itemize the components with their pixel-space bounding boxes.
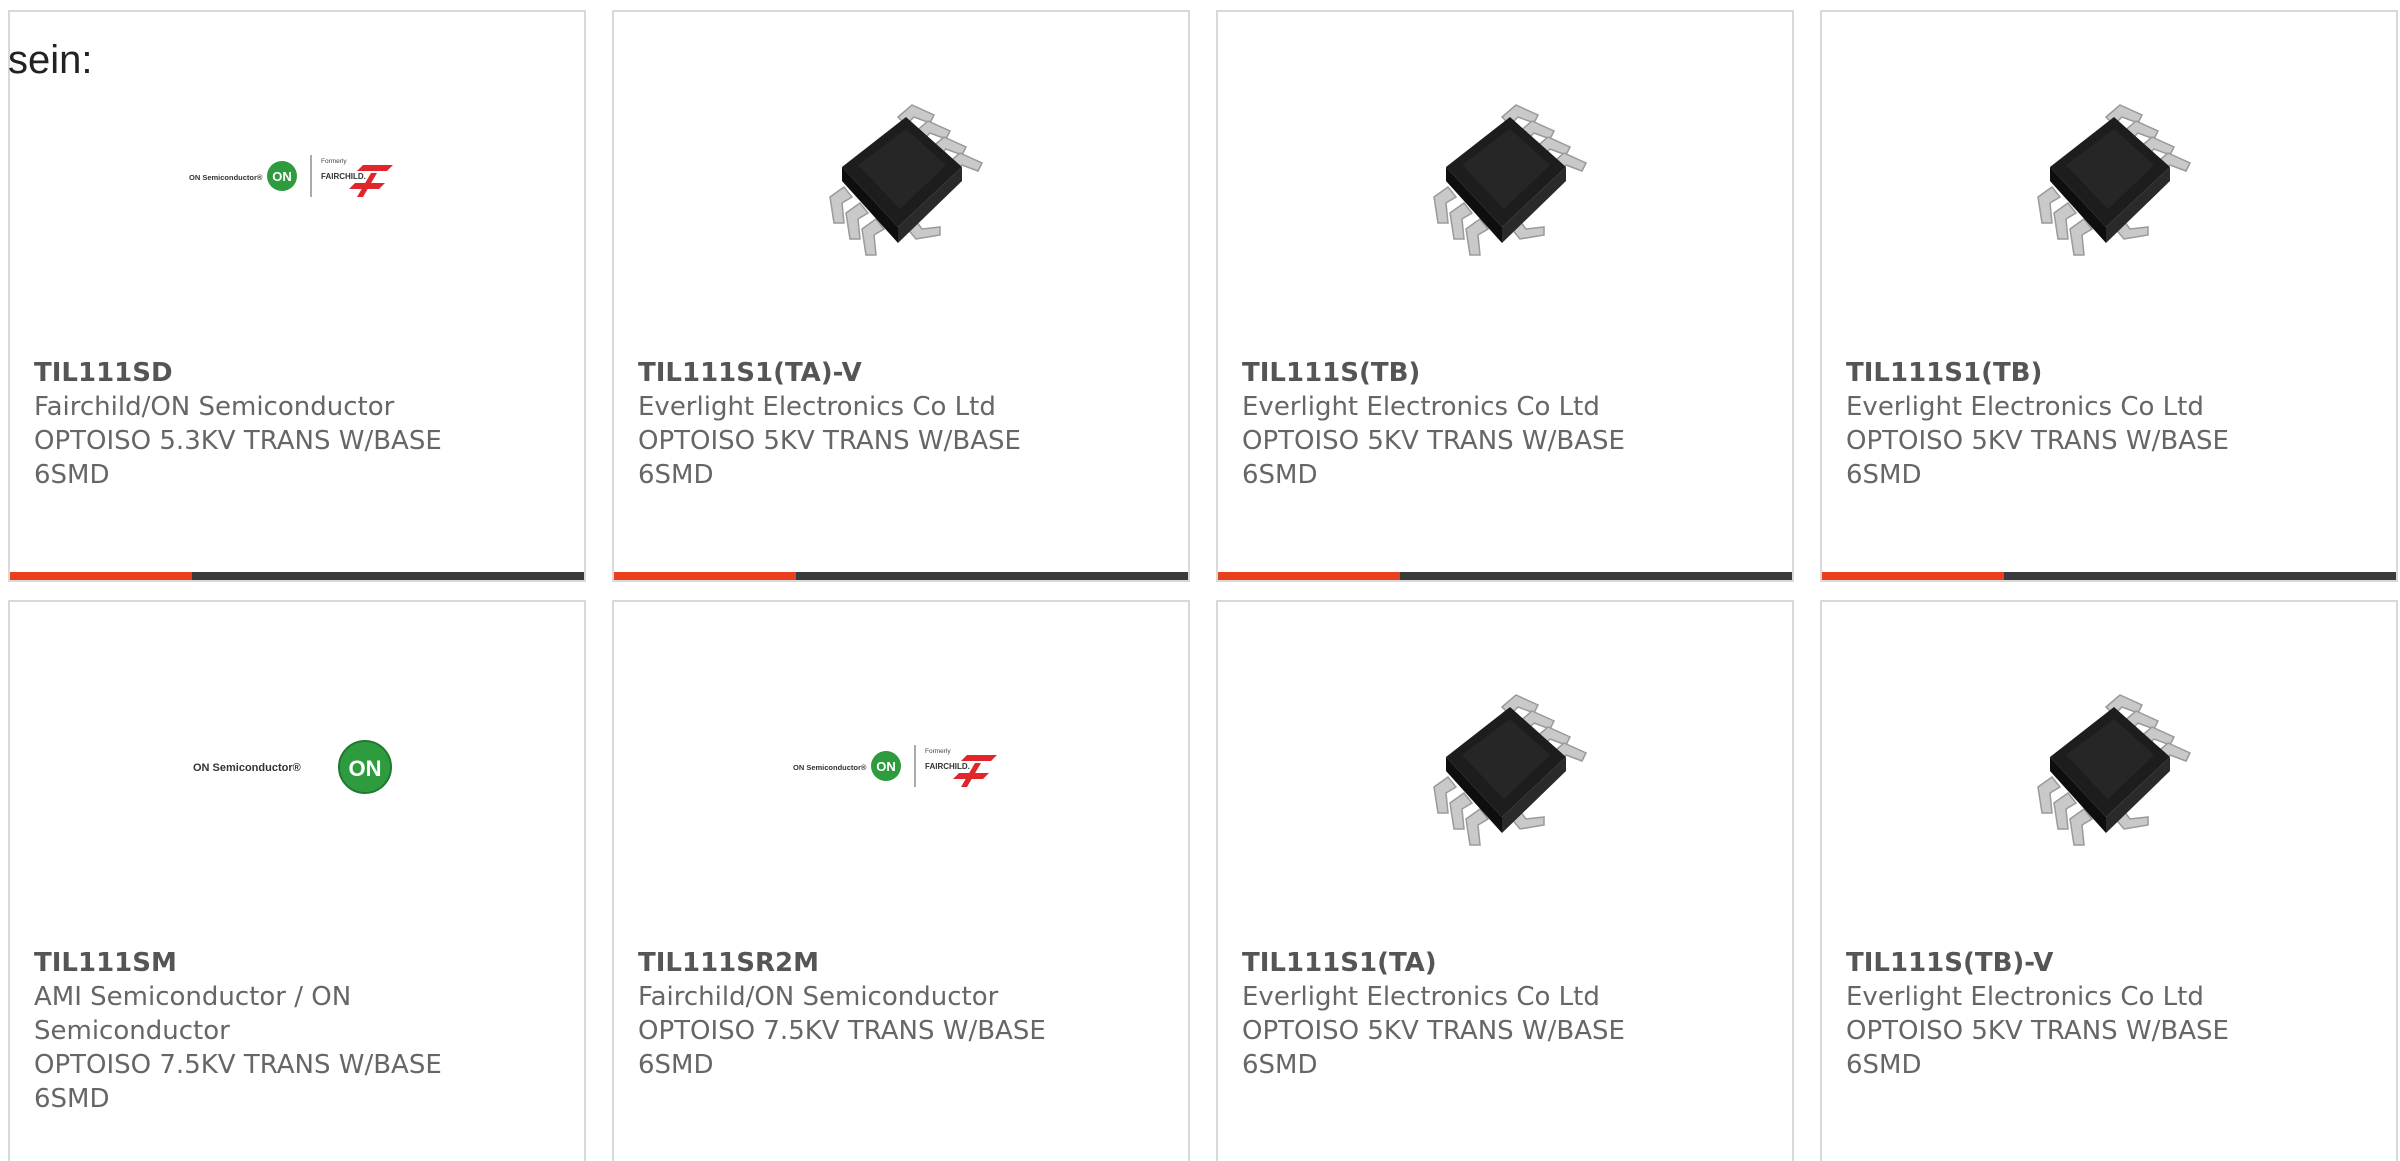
svg-text:ON Semiconductor®: ON Semiconductor®	[193, 762, 301, 774]
product-description: 6SMD	[1242, 1050, 1318, 1080]
product-card[interactable]: TIL111S1(TA)-V Everlight Electronics Co L…	[612, 10, 1190, 582]
smd-chip-image[interactable]	[614, 72, 1188, 282]
manufacturer-name: Semiconductor	[34, 1016, 230, 1046]
product-card[interactable]: TIL111S(TB)-V Everlight Electronics Co Lt…	[1820, 600, 2398, 1161]
card-footer-bar	[1822, 572, 2396, 580]
svg-text:FAIRCHILD.: FAIRCHILD.	[321, 172, 366, 181]
product-card[interactable]: ON Semiconductor® ON Formerly FAIRCHILD.…	[612, 600, 1190, 1161]
svg-text:ON: ON	[349, 756, 382, 781]
svg-text:Formerly: Formerly	[925, 748, 951, 755]
manufacturer-name: Fairchild/ON Semiconductor	[638, 982, 999, 1012]
part-number[interactable]: TIL111S1(TA)	[1242, 946, 1768, 980]
onsemi-logo[interactable]: ON Semiconductor® ON	[10, 662, 584, 872]
product-card[interactable]: ON Semiconductor® ON Formerly FAIRCHILD.…	[8, 10, 586, 582]
manufacturer-name: AMI Semiconductor / ON	[34, 982, 352, 1012]
intro-text: sein:	[8, 38, 93, 82]
svg-text:ON: ON	[876, 759, 896, 774]
product-card[interactable]: TIL111S(TB) Everlight Electronics Co Ltd O…	[1216, 10, 1794, 582]
smd-chip-image[interactable]	[1822, 662, 2396, 872]
product-description: OPTOISO 5KV TRANS W/BASE	[1242, 426, 1625, 456]
onsemi-fairchild-logo[interactable]: ON Semiconductor® ON Formerly FAIRCHILD.	[614, 662, 1188, 872]
part-number[interactable]: TIL111S1(TA)-V	[638, 356, 1164, 390]
product-info: TIL111S(TB) Everlight Electronics Co Ltd O…	[1242, 356, 1768, 492]
manufacturer-name: Everlight Electronics Co Ltd	[1846, 982, 2204, 1012]
part-number[interactable]: TIL111S(TB)	[1242, 356, 1768, 390]
product-description: 6SMD	[34, 1084, 110, 1114]
product-description: OPTOISO 5.3KV TRANS W/BASE	[34, 426, 442, 456]
card-accent-strip	[1822, 572, 2004, 580]
card-accent-strip	[10, 572, 192, 580]
product-card[interactable]: TIL111S1(TA) Everlight Electronics Co Ltd…	[1216, 600, 1794, 1161]
manufacturer-name: Everlight Electronics Co Ltd	[1846, 392, 2204, 422]
product-description: 6SMD	[34, 460, 110, 490]
card-footer-bar	[614, 572, 1188, 580]
product-grid-page: sein: ON Semiconductor® ON Formerly FAIR…	[0, 0, 2400, 1161]
svg-text:ON Semiconductor®: ON Semiconductor®	[189, 173, 263, 182]
card-accent-strip	[1218, 572, 1400, 580]
product-description: 6SMD	[638, 460, 714, 490]
manufacturer-name: Everlight Electronics Co Ltd	[1242, 982, 1600, 1012]
product-description: 6SMD	[1242, 460, 1318, 490]
product-info: TIL111S1(TB) Everlight Electronics Co Ltd…	[1846, 356, 2372, 492]
svg-text:Formerly: Formerly	[321, 158, 347, 165]
manufacturer-name: Everlight Electronics Co Ltd	[638, 392, 996, 422]
product-info: TIL111SM AMI Semiconductor / ON Semiconduc…	[34, 946, 560, 1116]
product-description: OPTOISO 5KV TRANS W/BASE	[1242, 1016, 1625, 1046]
product-description: OPTOISO 5KV TRANS W/BASE	[1846, 426, 2229, 456]
card-footer-bar	[1218, 572, 1792, 580]
onsemi-fairchild-logo[interactable]: ON Semiconductor® ON Formerly FAIRCHILD.	[10, 72, 584, 282]
product-info: TIL111SR2M Fairchild/ON Semiconductor OPTO…	[638, 946, 1164, 1082]
product-info: TIL111S1(TA)-V Everlight Electronics Co L…	[638, 356, 1164, 492]
product-description: OPTOISO 5KV TRANS W/BASE	[638, 426, 1021, 456]
product-description: 6SMD	[638, 1050, 714, 1080]
product-description: OPTOISO 7.5KV TRANS W/BASE	[34, 1050, 442, 1080]
product-description: 6SMD	[1846, 1050, 1922, 1080]
product-description: 6SMD	[1846, 460, 1922, 490]
product-info: TIL111S(TB)-V Everlight Electronics Co Lt…	[1846, 946, 2372, 1082]
smd-chip-image[interactable]	[1822, 72, 2396, 282]
part-number[interactable]: TIL111S1(TB)	[1846, 356, 2372, 390]
manufacturer-name: Fairchild/ON Semiconductor	[34, 392, 395, 422]
part-number[interactable]: TIL111S(TB)-V	[1846, 946, 2372, 980]
part-number[interactable]: TIL111SR2M	[638, 946, 1164, 980]
part-number[interactable]: TIL111SD	[34, 356, 560, 390]
svg-text:ON: ON	[272, 169, 292, 184]
card-accent-strip	[614, 572, 796, 580]
svg-text:ON Semiconductor®: ON Semiconductor®	[793, 763, 867, 772]
product-info: TIL111SD Fairchild/ON Semiconductor OPTOIS…	[34, 356, 560, 492]
smd-chip-image[interactable]	[1218, 72, 1792, 282]
product-card[interactable]: ON Semiconductor® ON TIL111SM AMI Semicon…	[8, 600, 586, 1161]
smd-chip-image[interactable]	[1218, 662, 1792, 872]
svg-text:FAIRCHILD.: FAIRCHILD.	[925, 762, 970, 771]
product-info: TIL111S1(TA) Everlight Electronics Co Ltd…	[1242, 946, 1768, 1082]
product-card[interactable]: TIL111S1(TB) Everlight Electronics Co Ltd…	[1820, 10, 2398, 582]
product-description: OPTOISO 7.5KV TRANS W/BASE	[638, 1016, 1046, 1046]
product-description: OPTOISO 5KV TRANS W/BASE	[1846, 1016, 2229, 1046]
part-number[interactable]: TIL111SM	[34, 946, 560, 980]
manufacturer-name: Everlight Electronics Co Ltd	[1242, 392, 1600, 422]
card-footer-bar	[10, 572, 584, 580]
